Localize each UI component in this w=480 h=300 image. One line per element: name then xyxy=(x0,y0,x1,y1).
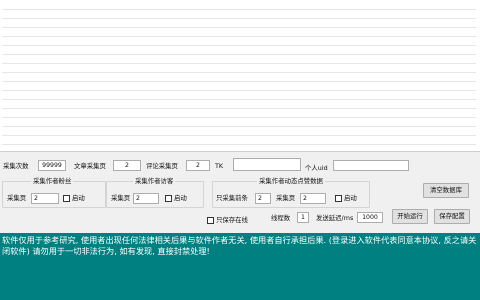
clear-database-button[interactable]: 清空数据库 xyxy=(423,183,469,198)
comment-pages-label: 评论采集页 xyxy=(146,162,178,170)
grid-row-line xyxy=(2,90,476,91)
grid-row-line xyxy=(2,99,476,100)
visitors-group: 采集作者访客 采集页 2 启动 xyxy=(106,177,204,208)
collect-count-label: 采集次数 xyxy=(3,162,29,170)
likes-front-label: 只采集前条 xyxy=(216,194,248,202)
console-text: 软件仅用于参考研究, 使用者出现任何法律相关后果与软件作者无关, 使用者自行承担… xyxy=(2,235,477,256)
grid-row-line xyxy=(2,54,476,55)
online-only-label: 只保存在线 xyxy=(216,216,248,224)
visitors-pages-label: 采集页 xyxy=(111,194,131,202)
grid-row-line xyxy=(2,18,476,19)
delay-label: 发送延迟/ms xyxy=(316,214,354,222)
grid-row-line xyxy=(2,45,476,46)
visitors-enable-checkbox[interactable]: 启动 xyxy=(165,193,187,203)
visitors-pages-input[interactable]: 2 xyxy=(133,193,159,204)
results-grid[interactable] xyxy=(0,0,480,152)
grid-row-line xyxy=(2,126,476,127)
likes-enable-checkbox[interactable]: 启动 xyxy=(335,193,357,203)
grid-row-line xyxy=(2,9,476,10)
fans-enable-checkbox[interactable]: 启动 xyxy=(63,193,85,203)
likes-group: 采集作者动态点赞数据 只采集前条 2 采集页 2 启动 xyxy=(212,177,370,208)
delay-input[interactable]: 1000 xyxy=(357,212,383,223)
fans-pages-input[interactable]: 2 xyxy=(31,193,59,204)
grid-row-line xyxy=(2,81,476,82)
checkbox-box[interactable] xyxy=(165,194,172,202)
grid-row-line xyxy=(2,117,476,118)
console-log[interactable]: 软件仅用于参考研究, 使用者出现任何法律相关后果与软件作者无关, 使用者自行承担… xyxy=(0,233,480,300)
fans-enable-label: 启动 xyxy=(72,194,85,202)
threads-label: 线程数 xyxy=(271,214,291,222)
start-button[interactable]: 开始运行 xyxy=(392,209,428,224)
grid-row-line xyxy=(2,108,476,109)
app-window: 采集次数 99999 文章采集页 2 评论采集页 2 TK 个人uid 采集作者… xyxy=(0,0,480,300)
likes-pages-label: 采集页 xyxy=(276,194,296,202)
grid-row-line xyxy=(2,36,476,37)
tk-input[interactable] xyxy=(233,158,301,171)
online-only-checkbox[interactable]: 只保存在线 xyxy=(207,215,248,225)
likes-group-title: 采集作者动态点赞数据 xyxy=(257,177,325,186)
fans-group-title: 采集作者粉丝 xyxy=(31,177,74,186)
grid-row-line xyxy=(2,144,476,145)
likes-enable-label: 启动 xyxy=(344,194,357,202)
fans-group: 采集作者粉丝 采集页 2 启动 xyxy=(2,177,106,208)
likes-pages-input[interactable]: 2 xyxy=(300,193,326,204)
checkbox-box[interactable] xyxy=(335,194,342,202)
visitors-enable-label: 启动 xyxy=(174,194,187,202)
comment-pages-input[interactable]: 2 xyxy=(186,160,210,171)
checkbox-box[interactable] xyxy=(207,216,214,224)
collect-count-input[interactable]: 99999 xyxy=(38,160,66,171)
uid-input[interactable] xyxy=(333,160,409,171)
grid-row-line xyxy=(2,63,476,64)
fans-pages-label: 采集页 xyxy=(7,194,27,202)
grid-row-line xyxy=(2,135,476,136)
save-config-button[interactable]: 保存配置 xyxy=(434,209,470,224)
checkbox-box[interactable] xyxy=(63,194,70,202)
article-pages-input[interactable]: 2 xyxy=(113,160,141,171)
threads-input[interactable]: 1 xyxy=(297,212,309,223)
likes-front-input[interactable]: 2 xyxy=(255,193,271,204)
grid-row-line xyxy=(2,72,476,73)
tk-label: TK xyxy=(215,162,224,170)
article-pages-label: 文章采集页 xyxy=(74,162,106,170)
grid-row-line xyxy=(2,27,476,28)
visitors-group-title: 采集作者访客 xyxy=(133,177,176,186)
uid-label: 个人uid xyxy=(305,164,328,172)
